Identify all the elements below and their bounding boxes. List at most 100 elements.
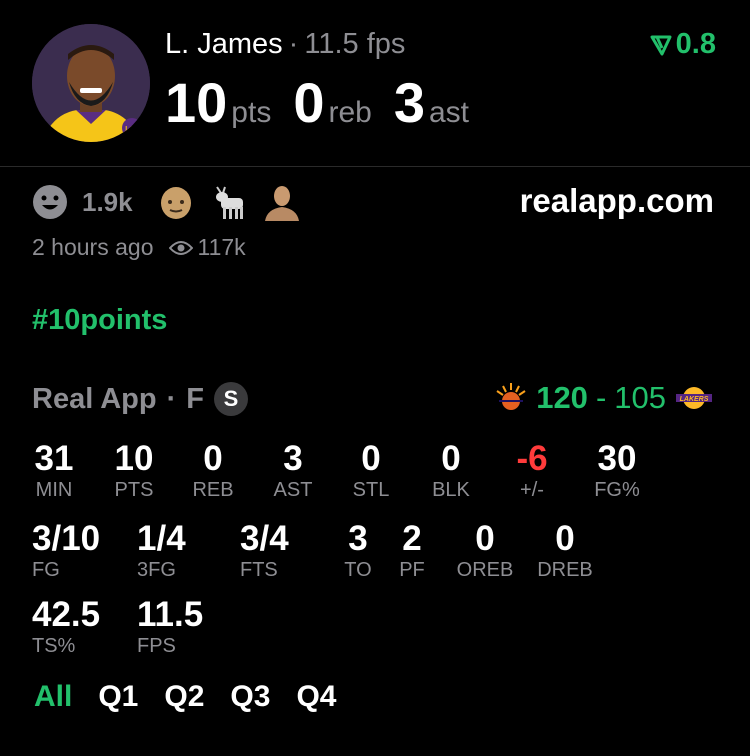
stat-value: 11.5 [137,595,204,634]
player-position: F [186,382,204,415]
stat-value: 0 [555,519,575,558]
stat-to: 3 TO [342,520,374,582]
player-headshot-icon: LAL [32,24,150,142]
stat-ts-pct: 42.5 TS% [32,596,100,658]
stat-label: MIN [35,479,73,501]
stat-plus-minus: -6 +/- [506,440,558,502]
headline-pts-unit: pts [231,96,272,129]
stat-ast: 3 AST [266,440,320,502]
reaction-count: 1.9k [82,186,133,217]
stat-value: 2 [402,519,422,558]
stat-label: BLK [432,479,470,501]
separator-dot: · [166,382,177,415]
stat-reb: 0 REB [186,440,240,502]
stat-value: 1/4 [137,519,186,558]
stat-label: REB [192,479,234,501]
eye-icon [169,240,194,255]
headline-reb-unit: reb [328,96,372,129]
score-separator: - [595,380,607,415]
stat-stl: 0 STL [346,440,396,502]
svg-text:LAL: LAL [125,126,139,133]
stat-label: +/- [520,479,544,501]
starter-badge: S [214,382,248,416]
stat-fps: 11.5 FPS [137,596,203,658]
stat-value: 10 [114,439,154,478]
stat-fg: 3/10 FG [32,520,100,582]
stat-label: TS% [32,635,76,657]
score-away: 105 [614,380,666,415]
game-source[interactable]: Real App [32,383,157,416]
stat-label: FG% [594,479,640,501]
stat-label: OREB [456,559,514,581]
stat-label: FPS [137,635,176,657]
tab-all[interactable]: All [34,680,72,714]
post-meta: 2 hours ago 117k [32,234,246,261]
stat-3fg: 1/4 3FG [137,520,186,582]
stat-value: 0 [361,439,381,478]
stat-pf: 2 PF [396,520,428,582]
views-count: 117k [197,234,246,260]
stat-value: 3 [283,439,303,478]
headline-pts-value: 10 [165,71,228,134]
hashtag-link[interactable]: #10points [32,304,167,337]
stat-value: 3/10 [32,519,101,558]
headline-reb-value: 0 [293,71,325,134]
player-name[interactable]: L. James [165,28,283,60]
score-delta-value: 0.8 [675,28,716,60]
stat-label: AST [273,479,313,501]
stat-value: 0 [475,519,495,558]
stat-label: 3FG [137,559,176,581]
score-delta-badge[interactable]: 0.8 [650,28,716,61]
fps-label: 11.5 fps [304,28,406,60]
stat-value: 0 [203,439,223,478]
stat-label: DREB [537,559,593,581]
stat-value: 31 [34,439,74,478]
tab-q3[interactable]: Q3 [230,680,270,714]
svg-text:LAKERS: LAKERS [680,396,709,403]
stat-value: 30 [597,439,637,478]
goat-icon[interactable] [209,183,249,221]
lakers-logo-icon: LAKERS [676,387,712,409]
stat-label: TO [344,559,372,581]
quarter-tabs: All Q1 Q2 Q3 Q4 [34,680,336,714]
headline-ast-unit: ast [429,96,470,129]
stat-pts: 10 PTS [106,440,162,502]
headline-ast-value: 3 [393,71,425,134]
stat-fg-pct: 30 FG% [588,440,646,502]
game-score[interactable]: 120-105 LAKERS [494,380,714,416]
suns-logo-icon [496,383,526,410]
stat-min: 31 MIN [28,440,80,502]
headline-stats: 10 pts 0 reb 3 ast [165,70,491,135]
stat-label: PTS [114,479,154,501]
header-divider [0,166,750,167]
stat-value: -6 [516,439,548,478]
player-avatar[interactable]: LAL [32,24,150,142]
stat-label: FTS [240,559,278,581]
stat-blk: 0 BLK [426,440,476,502]
tab-q4[interactable]: Q4 [296,680,336,714]
stat-value: 3/4 [240,519,289,558]
views-counter: 117k [169,234,246,261]
person-bust-icon[interactable] [263,183,301,221]
score-home: 120 [536,380,588,415]
stat-fts: 3/4 FTS [240,520,289,582]
trend-down-arrow-icon [650,35,672,55]
tab-q2[interactable]: Q2 [164,680,204,714]
separator-dot: · [288,28,299,60]
stat-label: STL [352,479,390,501]
stat-value: 42.5 [32,595,101,634]
bald-face-icon[interactable] [157,183,195,221]
tab-q1[interactable]: Q1 [98,680,138,714]
stat-value: 3 [348,519,368,558]
site-link[interactable]: realapp.com [520,182,714,220]
game-source-line: Real App · F S [32,382,248,416]
reactions-bar[interactable]: 1.9k [32,180,301,224]
stat-oreb: 0 OREB [454,520,516,582]
stat-dreb: 0 DREB [534,520,596,582]
player-name-line: L. James · 11.5 fps [165,28,405,61]
stat-label: PF [399,559,425,581]
stat-label: FG [32,559,60,581]
smile-face-icon[interactable] [32,184,68,220]
stat-value: 0 [441,439,461,478]
time-ago: 2 hours ago [32,234,154,260]
